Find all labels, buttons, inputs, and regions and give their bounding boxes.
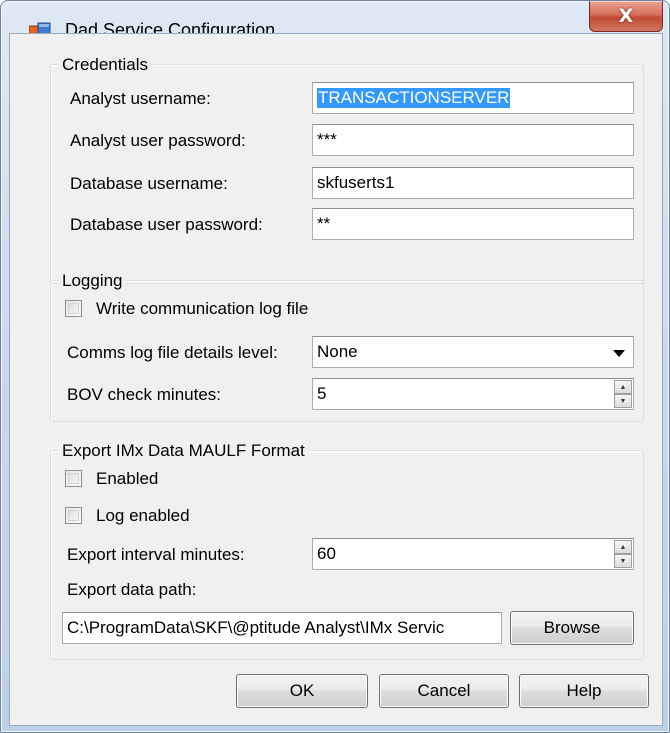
analyst-password-input[interactable]: *** — [312, 124, 634, 156]
chevron-down-icon[interactable] — [613, 350, 625, 357]
help-button[interactable]: Help — [519, 674, 649, 708]
bov-label: BOV check minutes: — [67, 385, 222, 404]
details-level-value: None — [317, 342, 358, 361]
bov-stepper[interactable]: 5 ▲ ▼ — [312, 378, 634, 410]
dialog-window: Dad Service Configuration X Credentials … — [0, 0, 670, 733]
spin-up-icon[interactable]: ▲ — [614, 540, 632, 554]
export-path-value: C:\ProgramData\SKF\@ptitude Analyst\IMx … — [67, 618, 445, 637]
db-password-label: Database user password: — [70, 215, 263, 234]
analyst-username-label: Analyst username: — [70, 89, 211, 108]
write-log-checkbox[interactable] — [65, 300, 82, 317]
interval-label: Export interval minutes: — [67, 545, 245, 564]
analyst-username-input[interactable]: TRANSACTIONSERVER — [312, 82, 634, 114]
db-password-input[interactable]: ** — [312, 208, 634, 240]
close-icon: X — [618, 5, 634, 27]
cancel-button[interactable]: Cancel — [379, 674, 509, 708]
credentials-legend: Credentials — [59, 55, 151, 75]
ok-button[interactable]: OK — [236, 674, 368, 708]
write-log-label[interactable]: Write communication log file — [96, 299, 308, 319]
log-enabled-checkbox[interactable] — [65, 507, 82, 524]
export-path-input[interactable]: C:\ProgramData\SKF\@ptitude Analyst\IMx … — [62, 612, 502, 644]
bov-spin-buttons: ▲ ▼ — [614, 380, 632, 408]
enabled-checkbox[interactable] — [65, 470, 82, 487]
dialog-client-area: Credentials Analyst username: TRANSACTIO… — [9, 33, 663, 726]
logging-legend: Logging — [59, 271, 126, 291]
analyst-password-label: Analyst user password: — [70, 131, 246, 150]
interval-spin-buttons: ▲ ▼ — [614, 540, 632, 568]
details-level-select[interactable]: None — [312, 336, 634, 368]
interval-value: 60 — [317, 544, 336, 563]
interval-stepper[interactable]: 60 ▲ ▼ — [312, 538, 634, 570]
details-level-label: Comms log file details level: — [67, 343, 278, 362]
db-password-value: ** — [317, 214, 331, 233]
db-username-value: skfuserts1 — [317, 173, 395, 192]
analyst-password-value: *** — [317, 130, 337, 149]
analyst-username-value: TRANSACTIONSERVER — [317, 88, 511, 108]
close-button[interactable]: X — [589, 1, 663, 32]
enabled-label[interactable]: Enabled — [96, 469, 158, 489]
browse-button[interactable]: Browse — [510, 611, 634, 645]
path-label: Export data path: — [67, 580, 197, 599]
log-enabled-label[interactable]: Log enabled — [96, 506, 190, 526]
bov-value: 5 — [317, 384, 327, 403]
spin-down-icon[interactable]: ▼ — [614, 554, 632, 568]
db-username-input[interactable]: skfuserts1 — [312, 167, 634, 199]
db-username-label: Database username: — [70, 174, 228, 193]
spin-up-icon[interactable]: ▲ — [614, 380, 632, 394]
spin-down-icon[interactable]: ▼ — [614, 394, 632, 408]
export-legend: Export IMx Data MAULF Format — [59, 441, 308, 461]
